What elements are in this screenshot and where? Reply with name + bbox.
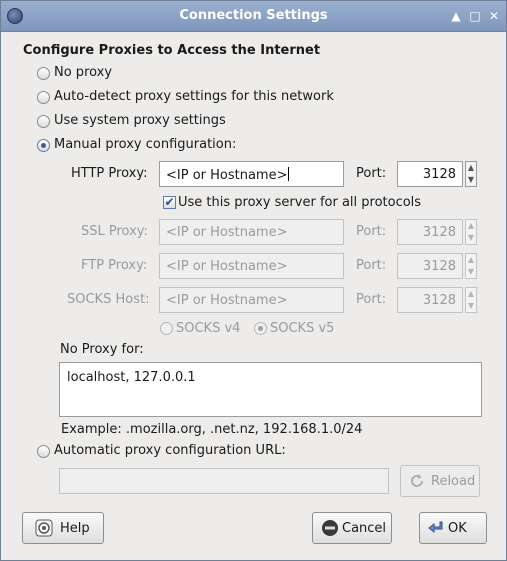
ftp-proxy-input[interactable]: <IP or Hostname> bbox=[159, 253, 344, 279]
socks-port-input[interactable]: 3128 bbox=[397, 287, 463, 313]
auto-url-label[interactable]: Automatic proxy configuration URL: bbox=[54, 443, 286, 458]
reload-button[interactable]: Reload bbox=[400, 465, 480, 497]
help-label: Help bbox=[60, 521, 90, 536]
ok-button[interactable]: OK bbox=[419, 512, 487, 544]
no-proxy-for-label: No Proxy for: bbox=[60, 342, 144, 357]
no-proxy-label[interactable]: No proxy bbox=[54, 65, 112, 80]
ssl-port-input[interactable]: 3128 bbox=[397, 219, 463, 245]
help-icon bbox=[35, 519, 53, 537]
cancel-button[interactable]: Cancel bbox=[312, 512, 392, 544]
ftp-proxy-label: FTP Proxy: bbox=[81, 258, 148, 273]
ok-arrow-icon bbox=[428, 521, 443, 534]
manual-proxy-label[interactable]: Manual proxy configuration: bbox=[54, 137, 236, 152]
http-port-label: Port: bbox=[356, 166, 387, 181]
socks-v4-label[interactable]: SOCKS v4 bbox=[176, 321, 240, 336]
title-bar[interactable]: Connection Settings ▲ □ ✕ bbox=[1, 1, 506, 32]
section-heading: Configure Proxies to Access the Internet bbox=[23, 43, 321, 58]
share-all-checkbox[interactable]: ✔ bbox=[163, 196, 176, 209]
socks-port-spinner[interactable]: ▲ ▼ bbox=[465, 287, 477, 313]
help-button[interactable]: Help bbox=[22, 512, 104, 544]
reload-label: Reload bbox=[431, 474, 476, 489]
ftp-port-spinner[interactable]: ▲ ▼ bbox=[465, 253, 477, 279]
reload-icon bbox=[411, 474, 423, 487]
socks-host-label: SOCKS Host: bbox=[67, 292, 150, 307]
no-proxy-example: Example: .mozilla.org, .net.nz, 192.168.… bbox=[61, 422, 363, 437]
http-port-input[interactable]: 3128 bbox=[397, 161, 463, 187]
maximize-icon[interactable]: □ bbox=[468, 9, 482, 23]
ssl-port-label: Port: bbox=[356, 224, 387, 239]
socks-v4-radio[interactable] bbox=[160, 322, 173, 335]
ok-label: OK bbox=[448, 521, 467, 536]
cancel-label: Cancel bbox=[342, 521, 387, 536]
auto-url-input[interactable] bbox=[59, 468, 389, 494]
window-title: Connection Settings bbox=[179, 8, 328, 23]
no-proxy-textarea[interactable]: localhost, 127.0.0.1 bbox=[59, 362, 482, 417]
ftp-port-label: Port: bbox=[356, 258, 387, 273]
socks-port-label: Port: bbox=[356, 292, 387, 307]
auto-detect-label[interactable]: Auto-detect proxy settings for this netw… bbox=[54, 89, 334, 104]
http-proxy-input[interactable]: <IP or Hostname> bbox=[159, 161, 344, 187]
socks-v5-label[interactable]: SOCKS v5 bbox=[270, 321, 334, 336]
share-all-label[interactable]: Use this proxy server for all protocols bbox=[178, 195, 421, 210]
http-port-spinner[interactable]: ▲ ▼ bbox=[465, 161, 477, 187]
ssl-proxy-input[interactable]: <IP or Hostname> bbox=[159, 219, 344, 245]
system-proxy-label[interactable]: Use system proxy settings bbox=[54, 113, 226, 128]
manual-proxy-radio[interactable] bbox=[37, 139, 50, 152]
auto-url-radio[interactable] bbox=[37, 445, 50, 458]
ssl-proxy-label: SSL Proxy: bbox=[81, 224, 148, 239]
http-proxy-value: <IP or Hostname> bbox=[166, 168, 288, 183]
connection-settings-dialog: Connection Settings ▲ □ ✕ Configure Prox… bbox=[0, 0, 507, 561]
ftp-port-input[interactable]: 3128 bbox=[397, 253, 463, 279]
auto-detect-radio[interactable] bbox=[37, 91, 50, 104]
text-caret bbox=[287, 167, 289, 181]
http-proxy-label: HTTP Proxy: bbox=[71, 166, 148, 181]
no-proxy-radio[interactable] bbox=[37, 67, 50, 80]
close-icon[interactable]: ✕ bbox=[487, 9, 501, 23]
socks-host-input[interactable]: <IP or Hostname> bbox=[159, 287, 344, 313]
cancel-icon bbox=[322, 520, 338, 536]
ssl-port-spinner[interactable]: ▲ ▼ bbox=[465, 219, 477, 245]
minimize-icon[interactable]: ▲ bbox=[449, 9, 463, 23]
socks-v5-radio[interactable] bbox=[254, 322, 267, 335]
system-proxy-radio[interactable] bbox=[37, 115, 50, 128]
